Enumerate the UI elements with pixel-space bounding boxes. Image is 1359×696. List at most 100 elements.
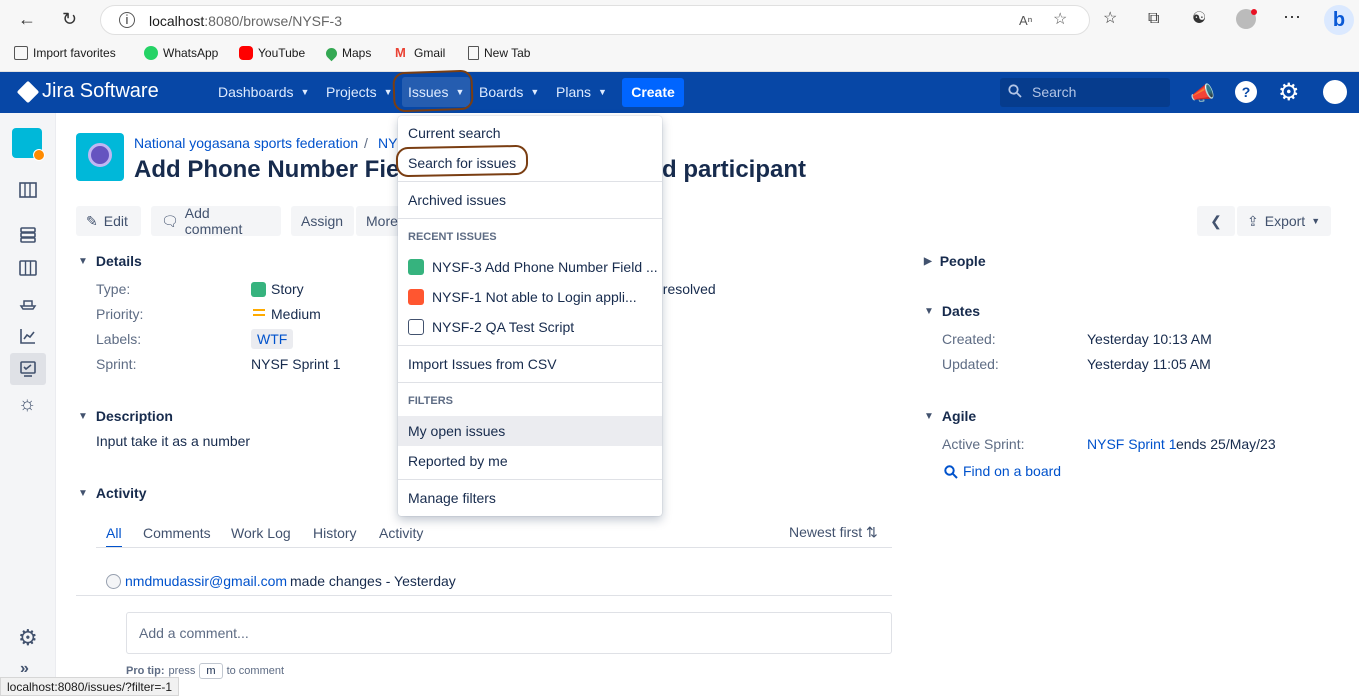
notification-dot — [1251, 9, 1257, 15]
tab-all[interactable]: All — [106, 525, 122, 548]
activity-toggle[interactable]: ▼ Activity — [78, 485, 146, 501]
favorite-add-icon[interactable]: ☆ — [1053, 12, 1067, 28]
menu-current-search[interactable]: Current search — [408, 125, 501, 141]
nav-boards[interactable]: Boards ▼ — [479, 84, 539, 100]
sprint-link[interactable]: NYSF Sprint 1 — [1087, 436, 1176, 452]
search-input[interactable]: Search — [1000, 78, 1170, 107]
backlog-icon[interactable] — [18, 180, 38, 200]
issue-title: Add Phone Number Fiel — [134, 156, 407, 183]
menu-archived-issues[interactable]: Archived issues — [408, 192, 506, 208]
address-bar[interactable]: i localhost:8080/browse/NYSF-3 Aⁿ ☆ — [100, 5, 1090, 35]
bookmark-youtube[interactable]: YouTube — [239, 46, 305, 60]
created-label: Created: — [942, 331, 996, 347]
edit-button[interactable]: ✎ Edit — [76, 206, 141, 236]
tab-history[interactable]: History — [313, 525, 357, 541]
story-icon — [251, 282, 266, 297]
annotation-circle-issues — [392, 69, 474, 113]
activity-divider — [76, 595, 892, 596]
chevron-down-icon: ▼ — [598, 87, 607, 97]
menu-manage-filters[interactable]: Manage filters — [408, 490, 496, 506]
puzzle-icon[interactable]: ☼ — [18, 393, 36, 416]
bookmark-maps[interactable]: Maps — [323, 45, 371, 61]
dates-toggle[interactable]: ▼ Dates — [924, 303, 980, 319]
reports-icon[interactable] — [18, 326, 38, 346]
nav-projects[interactable]: Projects ▼ — [326, 84, 393, 100]
nav-plans[interactable]: Plans ▼ — [556, 84, 607, 100]
bing-icon[interactable]: b — [1324, 5, 1354, 35]
pencil-icon: ✎ — [86, 212, 98, 229]
chevron-down-icon: ▼ — [78, 255, 88, 267]
comment-input[interactable]: Add a comment... — [126, 612, 892, 654]
annotation-circle-search — [395, 144, 529, 178]
alien-icon — [88, 143, 112, 167]
import-icon — [14, 46, 28, 60]
refresh-icon[interactable]: ↻ — [62, 10, 77, 28]
menu-reported-by-me[interactable]: Reported by me — [408, 453, 508, 469]
story-icon — [408, 259, 424, 275]
label-tag[interactable]: WTF — [251, 329, 294, 349]
description-text[interactable]: Input take it as a number — [96, 433, 250, 449]
recent-issues-heading: RECENT ISSUES — [408, 231, 497, 243]
chevron-down-icon: ▼ — [78, 487, 88, 499]
bookmark-whatsapp[interactable]: WhatsApp — [144, 46, 218, 60]
menu-my-open-issues[interactable]: My open issues — [408, 423, 505, 439]
tab-comments[interactable]: Comments — [143, 525, 211, 541]
settings-icon[interactable]: ⚙ — [1278, 78, 1300, 107]
more-button[interactable]: More — [356, 206, 400, 236]
add-comment-button[interactable]: 🗨 Add comment — [151, 205, 281, 237]
read-aloud-icon[interactable]: Aⁿ — [1019, 13, 1032, 29]
assign-button[interactable]: Assign — [291, 206, 354, 236]
user-avatar[interactable] — [1323, 80, 1347, 104]
info-icon[interactable]: i — [119, 12, 135, 28]
bookmark-import-favorites[interactable]: Import favorites — [14, 46, 116, 60]
menu-import-csv[interactable]: Import Issues from CSV — [408, 356, 557, 372]
recent-issue-item[interactable]: NYSF-2 QA Test Script — [408, 319, 574, 335]
activity-user-link[interactable]: nmdmudassir@gmail.com — [125, 573, 287, 589]
board-icon[interactable] — [18, 258, 38, 278]
releases-icon[interactable] — [18, 292, 38, 312]
back-icon[interactable]: ← — [18, 10, 36, 28]
chevron-down-icon: ▼ — [383, 87, 393, 97]
find-on-board-link[interactable]: Find on a board — [963, 463, 1061, 479]
search-icon — [944, 465, 958, 479]
stack-icon[interactable] — [18, 225, 38, 245]
updated-value: Yesterday 11:05 AM — [1087, 356, 1211, 372]
page-icon — [468, 46, 479, 60]
tab-activity[interactable]: Activity — [379, 525, 423, 541]
sort-icon: ⇅ — [866, 524, 878, 540]
tab-work-log[interactable]: Work Log — [231, 525, 291, 541]
issues-icon — [20, 361, 36, 377]
created-value: Yesterday 10:13 AM — [1087, 331, 1212, 347]
help-icon[interactable]: ? — [1235, 81, 1257, 103]
menu-divider — [398, 218, 662, 219]
collections-icon[interactable]: ⧉ — [1148, 11, 1159, 27]
export-button[interactable]: ⇪ Export ▼ — [1237, 206, 1331, 236]
bookmark-gmail[interactable]: M Gmail — [395, 46, 445, 61]
updated-label: Updated: — [942, 356, 999, 372]
recent-issue-item[interactable]: NYSF-3 Add Phone Number Field ... — [408, 259, 658, 275]
expand-sidebar-icon[interactable]: » — [20, 660, 29, 678]
sort-toggle[interactable]: Newest first ⇅ — [789, 524, 878, 541]
breadcrumb-project[interactable]: National yogasana sports federation — [134, 135, 358, 151]
extensions-icon[interactable]: ☯ — [1192, 11, 1206, 27]
create-button[interactable]: Create — [622, 78, 684, 107]
favorites-icon[interactable]: ☆ — [1103, 11, 1117, 27]
jira-logo[interactable]: Jira Software — [16, 80, 159, 103]
whatsapp-icon — [144, 46, 158, 60]
description-toggle[interactable]: ▼ Description — [78, 408, 173, 424]
maps-icon — [323, 45, 340, 61]
nav-dashboards[interactable]: Dashboards ▼ — [218, 84, 309, 100]
menu-divider — [398, 479, 662, 480]
details-toggle[interactable]: ▼ Details — [78, 253, 142, 269]
share-button[interactable]: ❮ — [1197, 206, 1235, 236]
people-toggle[interactable]: ▶ People — [924, 253, 986, 269]
project-settings-icon[interactable]: ⚙ — [18, 625, 38, 651]
agile-toggle[interactable]: ▼ Agile — [924, 408, 976, 424]
notifications-icon[interactable]: 📣 — [1190, 81, 1215, 106]
more-icon[interactable]: ⋯ — [1283, 8, 1301, 26]
priority-label: Priority: — [96, 306, 144, 322]
bookmark-new-tab[interactable]: New Tab — [468, 46, 530, 60]
recent-issue-item[interactable]: NYSF-1 Not able to Login appli... — [408, 289, 637, 305]
chevron-down-icon: ▼ — [924, 305, 934, 317]
breadcrumb-issue-key[interactable]: NY — [378, 135, 397, 151]
